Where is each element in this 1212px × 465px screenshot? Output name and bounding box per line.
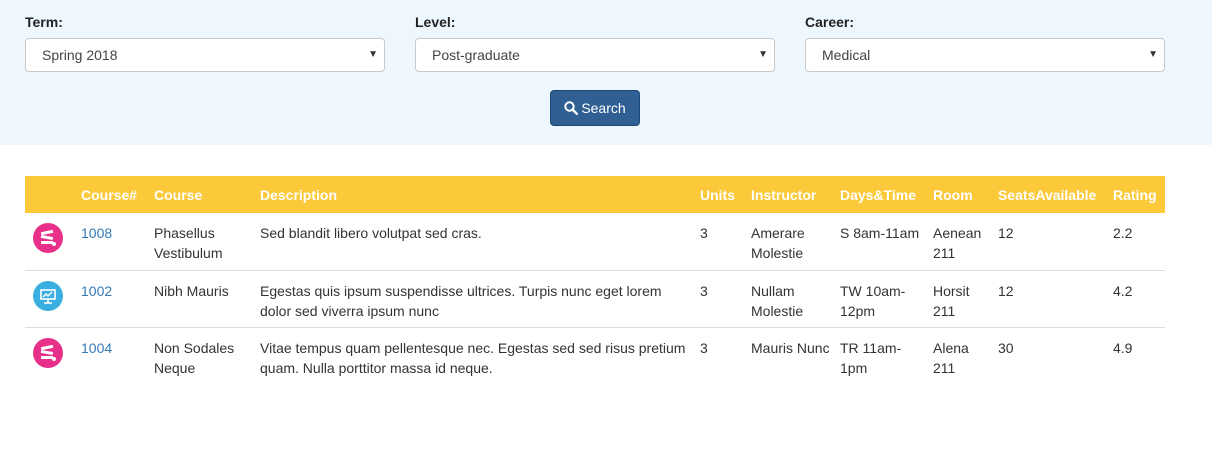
table-header-row: Course# Course Description Units Instruc… xyxy=(25,176,1165,213)
room-cell: Aenean 211 xyxy=(933,225,982,261)
career-field: Career: Medical ▼ xyxy=(805,14,1165,72)
description-cell: Sed blandit libero volutpat sed cras. xyxy=(260,225,482,241)
term-select[interactable]: Spring 2018 ▼ xyxy=(25,38,385,72)
table-row: 1004 Non Sodales Neque Vitae tempus quam… xyxy=(25,327,1165,384)
caret-down-icon: ▼ xyxy=(758,49,768,60)
course-name-cell: Nibh Mauris xyxy=(154,282,229,299)
icon-cell xyxy=(25,213,77,270)
col-rating: Rating xyxy=(1113,186,1157,203)
col-icon xyxy=(25,176,77,213)
presentation-icon xyxy=(33,280,63,311)
rating-cell: 4.2 xyxy=(1113,282,1133,299)
seats-cell: 12 xyxy=(998,282,1014,299)
seats-cell: 12 xyxy=(998,225,1014,241)
level-field: Level: Post-graduate ▼ xyxy=(415,14,775,72)
rating-cell: 4.9 xyxy=(1113,339,1133,356)
icon-cell xyxy=(25,327,77,384)
course-number-link[interactable]: 1002 xyxy=(81,283,112,299)
room-cell: Horsit 211 xyxy=(933,282,970,319)
filter-panel: Term: Spring 2018 ▼ Level: Post-graduate… xyxy=(0,0,1212,145)
search-button[interactable]: Search xyxy=(550,90,640,126)
col-course-number: Course# xyxy=(81,186,138,203)
instructor-cell: Mauris Nunc xyxy=(751,339,830,356)
course-name-cell: Non Sodales Neque xyxy=(154,339,235,376)
description-cell: Vitae tempus quam pellentesque nec. Eges… xyxy=(260,339,686,376)
units-cell: 3 xyxy=(700,339,708,356)
course-name-cell: Phasellus Vestibulum xyxy=(154,225,223,261)
days-time-cell: TW 10am-12pm xyxy=(840,282,906,319)
table-row: 1002 Nibh Mauris Egestas quis ipsum susp… xyxy=(25,270,1165,327)
col-course: Course xyxy=(154,186,203,203)
course-number-link[interactable]: 1004 xyxy=(81,340,112,356)
units-cell: 3 xyxy=(700,282,708,299)
course-number-cell: 1004 xyxy=(77,327,150,384)
col-days-time: Days&Time xyxy=(840,186,917,203)
col-room: Room xyxy=(933,186,973,203)
books-icon xyxy=(33,223,63,253)
rating-cell: 2.2 xyxy=(1113,225,1133,241)
course-number-link[interactable]: 1008 xyxy=(81,225,112,241)
search-button-label: Search xyxy=(581,100,626,116)
level-label: Level: xyxy=(415,14,456,30)
days-time-cell: TR 11am-1pm xyxy=(840,339,902,376)
term-select-value: Spring 2018 xyxy=(42,47,118,63)
instructor-cell: Amerare Molestie xyxy=(751,225,805,261)
search-icon xyxy=(564,101,579,116)
career-label: Career: xyxy=(805,14,855,30)
books-icon xyxy=(33,337,63,368)
instructor-cell: Nullam Molestie xyxy=(751,282,804,319)
description-cell: Egestas quis ipsum suspendisse ultrices.… xyxy=(260,282,662,319)
seats-cell: 30 xyxy=(998,339,1014,356)
course-number-cell: 1002 xyxy=(77,270,150,327)
career-select[interactable]: Medical ▼ xyxy=(805,38,1165,72)
course-number-cell: 1008 xyxy=(77,213,150,270)
career-select-value: Medical xyxy=(822,47,871,63)
icon-cell xyxy=(25,270,77,327)
room-cell: Alena 211 xyxy=(933,339,969,376)
col-instructor: Instructor xyxy=(751,186,817,203)
col-units: Units xyxy=(700,186,735,203)
course-table: Course# Course Description Units Instruc… xyxy=(25,176,1165,384)
term-label: Term: xyxy=(25,14,63,30)
caret-down-icon: ▼ xyxy=(368,49,378,60)
term-field: Term: Spring 2018 ▼ xyxy=(25,14,385,72)
col-seats: SeatsAvailable xyxy=(998,186,1097,203)
level-select[interactable]: Post-graduate ▼ xyxy=(415,38,775,72)
units-cell: 3 xyxy=(700,225,708,241)
caret-down-icon: ▼ xyxy=(1148,49,1158,60)
col-description: Description xyxy=(260,186,338,203)
days-time-cell: S 8am-11am xyxy=(840,225,920,241)
table-row: 1008 Phasellus Vestibulum Sed blandit li… xyxy=(25,213,1165,270)
level-select-value: Post-graduate xyxy=(432,47,520,63)
